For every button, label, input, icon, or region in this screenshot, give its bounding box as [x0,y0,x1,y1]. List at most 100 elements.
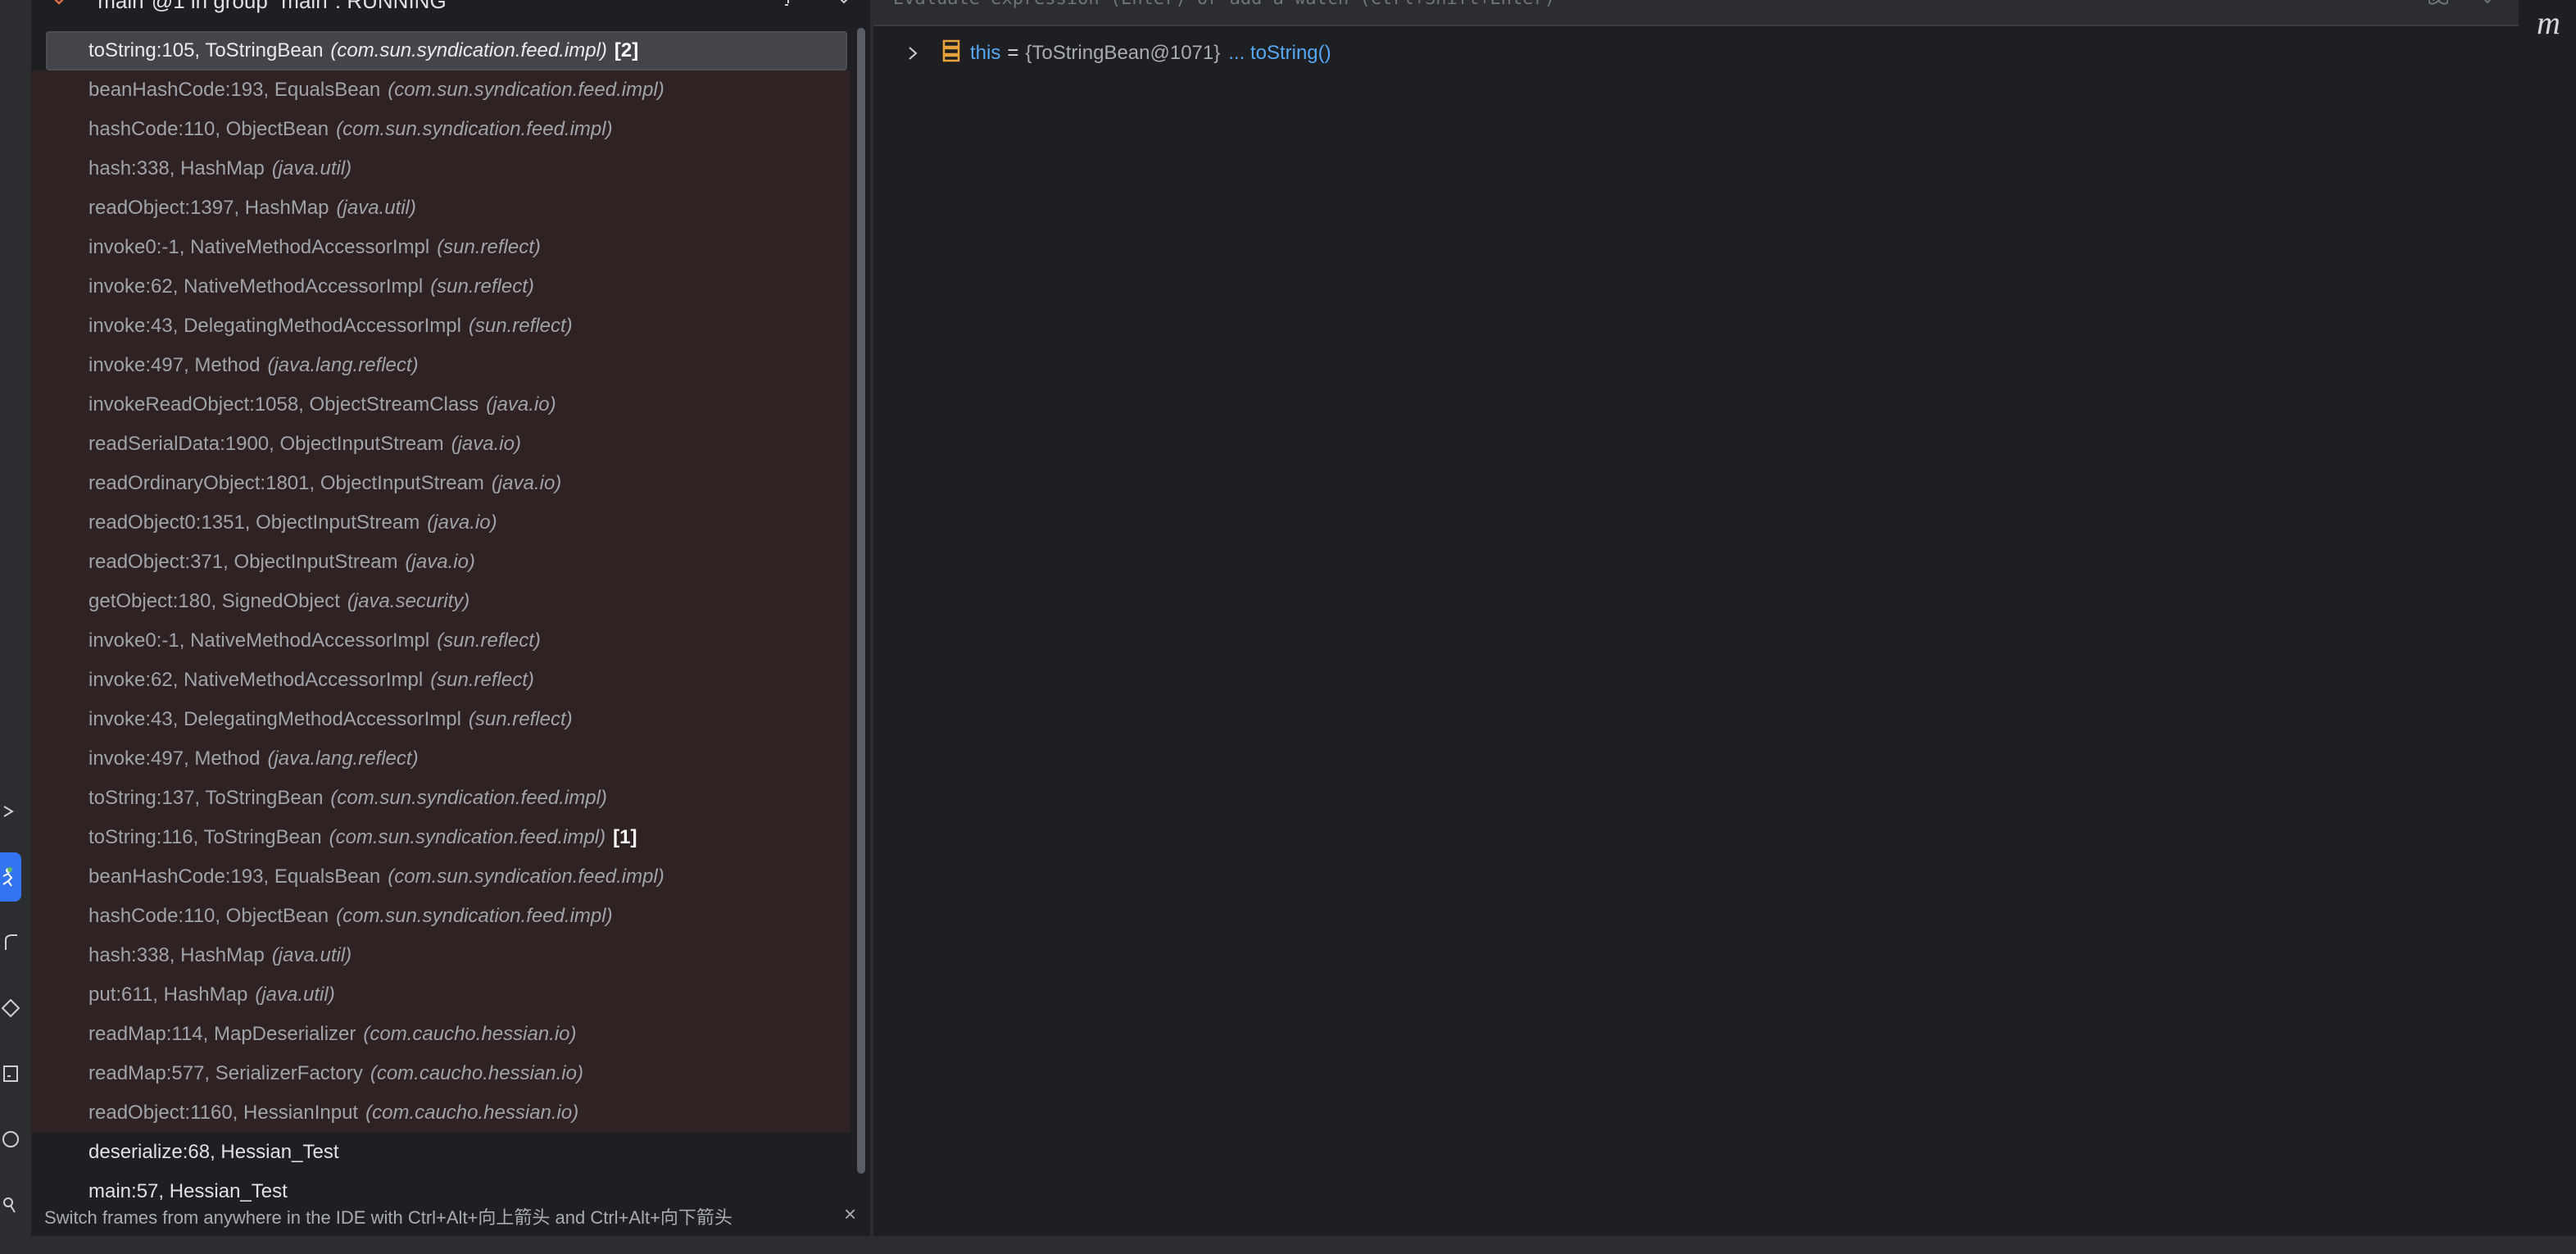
frame-method: invoke:62, NativeMethodAccessorImpl [88,275,424,298]
frame-method: getObject:180, SignedObject [88,590,340,612]
frame-row[interactable]: readMap:114, MapDeserializer (com.caucho.… [31,1015,850,1054]
frame-row[interactable]: put:611, HashMap (java.util) [31,975,850,1015]
frame-package: (com.sun.syndication.feed.impl) [336,905,613,927]
frame-method: invoke:62, NativeMethodAccessorImpl [88,669,424,691]
filter-icon[interactable] [783,0,793,11]
frame-method: readMap:577, SerializerFactory [88,1062,363,1084]
frame-row[interactable]: invoke:497, Method (java.lang.reflect) [31,346,850,385]
frame-method: beanHashCode:193, EqualsBean [88,866,381,888]
frame-row[interactable]: invoke:62, NativeMethodAccessorImpl (sun.… [31,661,850,700]
frame-row[interactable]: readOrdinaryObject:1801, ObjectInputStre… [31,464,850,503]
infinity-icon[interactable] [2428,0,2449,11]
frame-row[interactable]: invoke0:-1, NativeMethodAccessorImpl (sun… [31,621,850,661]
frame-package: (java.io) [405,551,475,573]
right-strip-label[interactable]: m [2537,3,2560,42]
field-icon [942,39,960,68]
services-icon[interactable] [0,926,21,959]
frame-row[interactable]: readObject:1160, HessianInput (com.caucho… [31,1093,850,1133]
terminal-icon[interactable] [0,1057,21,1090]
frame-row[interactable]: hashCode:110, ObjectBean (com.sun.syndica… [31,897,850,936]
debug-icon[interactable] [0,852,21,902]
variable-row[interactable]: this = {ToStringBean@1071} ... toString(… [873,33,1331,74]
frame-row[interactable]: readMap:577, SerializerFactory (com.cauch… [31,1054,850,1093]
frame-package: (java.io) [427,511,497,534]
frame-package: (sun.reflect) [430,275,534,298]
frame-row[interactable]: invoke:62, NativeMethodAccessorImpl (sun.… [31,267,850,307]
frame-package: (com.sun.syndication.feed.impl) [388,866,664,888]
frame-package: (java.util) [336,197,416,219]
frames-header: "main"@1 in group "main": RUNNING [31,0,870,18]
frame-row[interactable]: beanHashCode:193, EqualsBean (com.sun.syn… [31,70,850,110]
chevron-down-icon[interactable] [837,0,850,10]
frame-method: readObject:371, ObjectInputStream [88,551,398,573]
run-icon[interactable] [0,795,21,828]
frame-package: (sun.reflect) [468,315,573,337]
frame-row[interactable]: readSerialData:1900, ObjectInputStream (j… [31,425,850,464]
frame-row[interactable]: invoke0:-1, NativeMethodAccessorImpl (sun… [31,228,850,267]
frame-package: (java.util) [255,984,335,1006]
frame-method: readMap:114, MapDeserializer [88,1023,356,1045]
frame-package: (sun.reflect) [437,629,541,652]
chevron-down-icon[interactable] [2481,0,2494,10]
git-icon[interactable] [0,1188,21,1221]
tool-window-strip [0,0,31,1254]
evaluate-placeholder: Evaluate expression (Enter) or add a wat… [893,0,1555,9]
frame-row[interactable]: readObject0:1351, ObjectInputStream (java… [31,503,850,543]
frame-method: invoke:43, DelegatingMethodAccessorImpl [88,708,461,730]
frame-row[interactable]: invoke:43, DelegatingMethodAccessorImpl (… [31,307,850,346]
frame-method: hash:338, HashMap [88,944,265,966]
frame-row[interactable]: hash:338, HashMap (java.util) [31,149,850,189]
frame-package: (com.sun.syndication.feed.impl) [388,79,664,101]
frame-row[interactable]: beanHashCode:193, EqualsBean (com.sun.syn… [31,857,850,897]
frame-method: invoke0:-1, NativeMethodAccessorImpl [88,236,430,258]
frame-method: main:57, Hessian_Test [88,1180,288,1202]
close-icon[interactable]: × [844,1202,856,1227]
frame-row[interactable]: hash:338, HashMap (java.util) [31,936,850,975]
chevron-down-icon[interactable] [51,0,67,11]
frame-row[interactable]: hashCode:110, ObjectBean (com.sun.syndica… [31,110,850,149]
right-tool-strip: m [2519,0,2576,1254]
hint-text: Switch frames from anywhere in the IDE w… [44,1207,732,1228]
frame-row[interactable]: toString:116, ToStringBean (com.sun.syndi… [31,818,850,857]
frame-row[interactable]: toString:105, ToStringBean (com.sun.syndi… [46,31,847,70]
thread-selector[interactable]: "main"@1 in group "main": RUNNING [90,0,447,14]
frames-panel: "main"@1 in group "main": RUNNING toStri… [31,0,870,1236]
frame-method: invoke:497, Method [88,747,261,770]
chevron-right-icon[interactable] [901,46,924,61]
frame-row[interactable]: readObject:1397, HashMap (java.util) [31,189,850,228]
status-bar [0,1236,2576,1254]
frame-package: (java.lang.reflect) [267,747,419,770]
frame-method: readObject:1160, HessianInput [88,1102,359,1124]
problems-icon[interactable] [0,1123,21,1156]
frame-method: invoke:43, DelegatingMethodAccessorImpl [88,315,461,337]
frame-method: hashCode:110, ObjectBean [88,118,329,140]
frame-row[interactable]: deserialize:68, Hessian_Test [31,1133,850,1172]
frame-row[interactable]: toString:137, ToStringBean (com.sun.syndi… [31,779,850,818]
frame-package: (com.sun.syndication.feed.impl) [336,118,613,140]
frame-package: (sun.reflect) [468,708,573,730]
frame-method: hashCode:110, ObjectBean [88,905,329,927]
frame-method: readObject:1397, HashMap [88,197,329,219]
frame-package: (java.io) [491,472,562,494]
frame-package: (com.sun.syndication.feed.impl) [330,787,607,809]
frame-method: readOrdinaryObject:1801, ObjectInputStre… [88,472,484,494]
variable-tostring-link[interactable]: ... toString() [1228,42,1331,65]
frame-row[interactable]: readObject:371, ObjectInputStream (java.i… [31,543,850,582]
evaluate-expression-field[interactable]: Evaluate expression (Enter) or add a wat… [873,0,2519,26]
frame-row[interactable]: invokeReadObject:1058, ObjectStreamClass… [31,385,850,425]
frame-method: toString:116, ToStringBean [88,826,322,848]
frame-package: (java.io) [486,393,556,416]
frame-recursion-badge: [1] [613,826,637,848]
frames-scrollbar[interactable] [857,28,865,1174]
frame-package: (java.util) [271,157,352,179]
frame-recursion-badge: [2] [614,39,639,61]
endpoints-icon[interactable] [0,992,21,1025]
variable-equals: = [1007,42,1019,64]
frame-package: (java.util) [271,944,352,966]
frame-package: (com.sun.syndication.feed.impl) [330,39,607,61]
frame-package: (java.security) [347,590,470,612]
frame-row[interactable]: invoke:43, DelegatingMethodAccessorImpl (… [31,700,850,739]
frame-row[interactable]: invoke:497, Method (java.lang.reflect) [31,739,850,779]
frame-method: invokeReadObject:1058, ObjectStreamClass [88,393,479,416]
frame-row[interactable]: getObject:180, SignedObject (java.securit… [31,582,850,621]
